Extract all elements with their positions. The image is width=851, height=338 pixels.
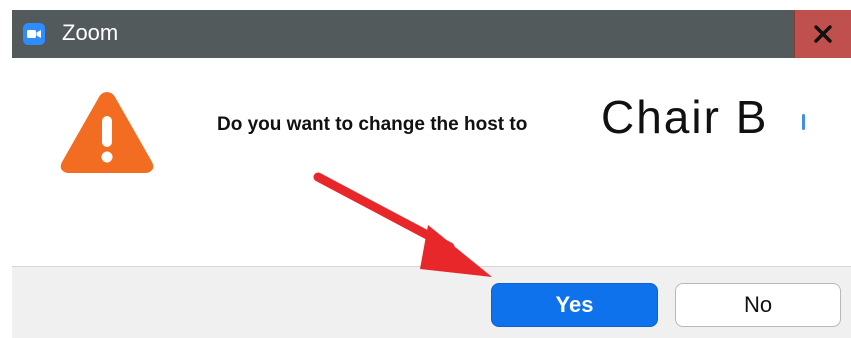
zoom-dialog-window: Zoom Do you want to change the host to C… (0, 0, 851, 338)
close-button[interactable] (794, 10, 851, 58)
text-cursor-mark (802, 114, 805, 130)
yes-button[interactable]: Yes (491, 283, 658, 327)
warning-triangle-icon (57, 86, 157, 183)
title-bar[interactable]: Zoom (12, 10, 851, 58)
window-frame-left (0, 0, 12, 338)
close-icon (814, 25, 832, 43)
red-arrow-icon (313, 172, 492, 277)
participant-name-overlay: Chair B (596, 82, 806, 162)
window-title: Zoom (62, 20, 119, 45)
no-button[interactable]: No (675, 283, 841, 327)
zoom-logo-icon (23, 23, 45, 45)
dialog-question: Do you want to change the host to (217, 114, 528, 135)
participant-name: Chair B (601, 91, 769, 143)
